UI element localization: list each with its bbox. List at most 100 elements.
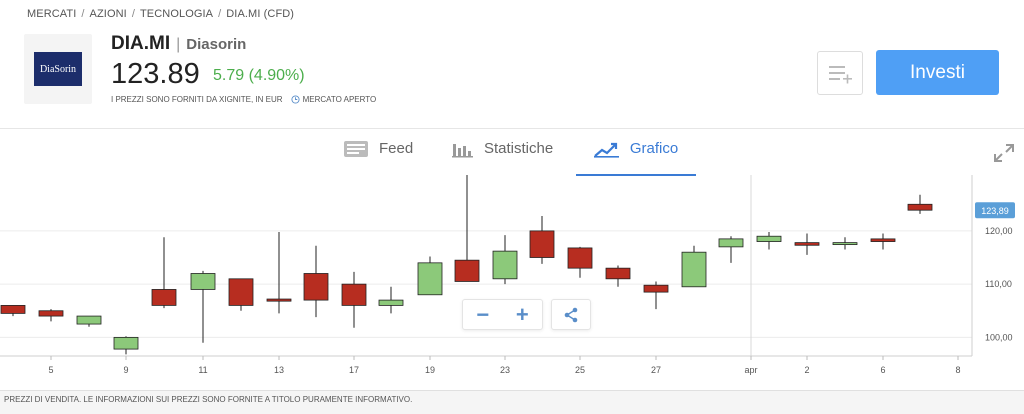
list-add-icon	[829, 66, 852, 84]
candle	[113, 336, 139, 355]
ticker-symbol: DIA.MI	[111, 33, 171, 54]
candle-body	[454, 259, 480, 282]
feed-icon	[344, 141, 368, 157]
tab-chart[interactable]: Grafico	[576, 140, 696, 176]
candle-body	[378, 299, 404, 306]
invest-button[interactable]: Investi	[876, 50, 999, 95]
candle	[605, 265, 631, 287]
y-tick-label: 100,00	[985, 332, 1013, 342]
add-to-watchlist-button[interactable]	[817, 51, 863, 95]
x-tick-label: 19	[425, 365, 435, 375]
candle	[266, 231, 292, 314]
candle	[151, 237, 177, 309]
candle-body	[529, 230, 555, 258]
zoom-controls: − +	[462, 299, 543, 330]
candle-body	[151, 289, 177, 306]
breadcrumb-separator: /	[81, 8, 85, 20]
tab-feed[interactable]: Feed	[343, 140, 413, 176]
bar-chart-icon	[452, 144, 473, 158]
candle	[0, 305, 26, 317]
share-icon	[564, 307, 578, 322]
x-tick-label: 2	[804, 365, 809, 375]
candle-body	[643, 284, 669, 293]
candle-body	[76, 315, 102, 325]
zoom-in-button[interactable]: +	[503, 300, 543, 329]
candle	[756, 231, 782, 250]
candle-body	[113, 336, 139, 350]
price-change: 5.79 (4.90%)	[213, 67, 305, 84]
company-name: Diasorin	[186, 36, 247, 53]
candle-body	[681, 251, 707, 288]
candle-body	[341, 283, 367, 306]
zoom-out-button[interactable]: −	[463, 300, 503, 329]
price-note-row: I PREZZI SONO FORNITI DA XIGNITE, IN EUR…	[111, 95, 376, 104]
breadcrumb-item-stocks[interactable]: AZIONI	[90, 8, 127, 20]
x-tick-label: 27	[651, 365, 661, 375]
x-tick-label: apr	[744, 365, 757, 375]
candle-body	[718, 238, 744, 248]
disclaimer-text: PREZZI DI VENDITA. LE INFORMAZIONI SUI P…	[4, 395, 413, 404]
candle	[76, 315, 102, 327]
candle	[567, 246, 593, 278]
breadcrumb-item-technology[interactable]: TECNOLOGIA	[140, 8, 213, 20]
breadcrumb-item-markets[interactable]: MERCATI	[27, 8, 76, 20]
x-tick-label: 5	[48, 365, 53, 375]
candle-body	[870, 238, 896, 242]
breadcrumb-separator: /	[131, 8, 135, 20]
y-tick-label: 120,00	[985, 226, 1013, 236]
x-tick-label: 6	[880, 365, 885, 375]
line-chart-icon	[593, 142, 619, 158]
candle	[870, 233, 896, 250]
candle-body	[303, 273, 329, 301]
candle	[228, 278, 254, 311]
tab-statistics[interactable]: Statistiche	[452, 140, 553, 176]
header-divider	[0, 128, 1024, 129]
tab-statistics-label: Statistiche	[484, 140, 554, 157]
last-price-label: 123,89	[981, 206, 1009, 216]
price-chart[interactable]: 100,00 110,00 120,00 5 9 11 13 17 19 23 25 27 apr 2 6 8…	[0, 175, 1024, 414]
instrument-logo-box: DiaSorin	[24, 34, 92, 104]
candle	[190, 270, 216, 343]
breadcrumb-separator: /	[218, 8, 222, 20]
x-tick-label: 23	[500, 365, 510, 375]
candle-body	[38, 310, 64, 317]
candle	[718, 236, 744, 263]
y-tick-label: 110,00	[985, 279, 1012, 289]
market-status: MERCATO APERTO	[302, 95, 377, 104]
candle	[492, 235, 518, 285]
candlestick-chart[interactable]: 100,00 110,00 120,00 5 9 11 13 17 19 23 25 27 apr 2 6 8…	[0, 175, 1024, 390]
share-button[interactable]	[551, 299, 591, 330]
current-price: 123.89	[111, 58, 200, 90]
candle-body	[266, 298, 292, 302]
candle-body	[756, 235, 782, 242]
logo-text: DiaSorin	[39, 63, 77, 75]
clock-icon	[291, 95, 300, 104]
x-tick-label: 8	[955, 365, 960, 375]
candle-body	[417, 262, 443, 296]
candle	[38, 309, 64, 322]
candle-body	[228, 278, 254, 306]
candle	[417, 256, 443, 296]
diasorin-logo: DiaSorin	[34, 52, 82, 86]
x-tick-label: 25	[575, 365, 585, 375]
x-tick-label: 17	[349, 365, 359, 375]
x-tick-label: 11	[198, 365, 207, 375]
expand-icon[interactable]	[993, 143, 1015, 163]
breadcrumb: MERCATI / AZIONI / TECNOLOGIA / DIA.MI (CFD)	[27, 8, 294, 20]
title-separator: |	[176, 36, 181, 53]
candle-body	[907, 203, 933, 211]
breadcrumb-item-current: DIA.MI (CFD)	[226, 8, 295, 20]
tab-feed-label: Feed	[379, 140, 414, 157]
instrument-title: DIA.MI | Diasorin	[111, 33, 246, 55]
candle-body	[605, 267, 631, 280]
candle	[454, 175, 480, 282]
x-tick-label: 13	[274, 365, 284, 375]
candle-body	[190, 273, 216, 290]
candle	[303, 245, 329, 318]
candle	[794, 233, 820, 255]
x-tick-label: 9	[123, 365, 128, 375]
candle-body	[492, 250, 518, 280]
candle-body	[567, 247, 593, 269]
candle-body	[832, 242, 858, 246]
candle	[681, 245, 707, 288]
